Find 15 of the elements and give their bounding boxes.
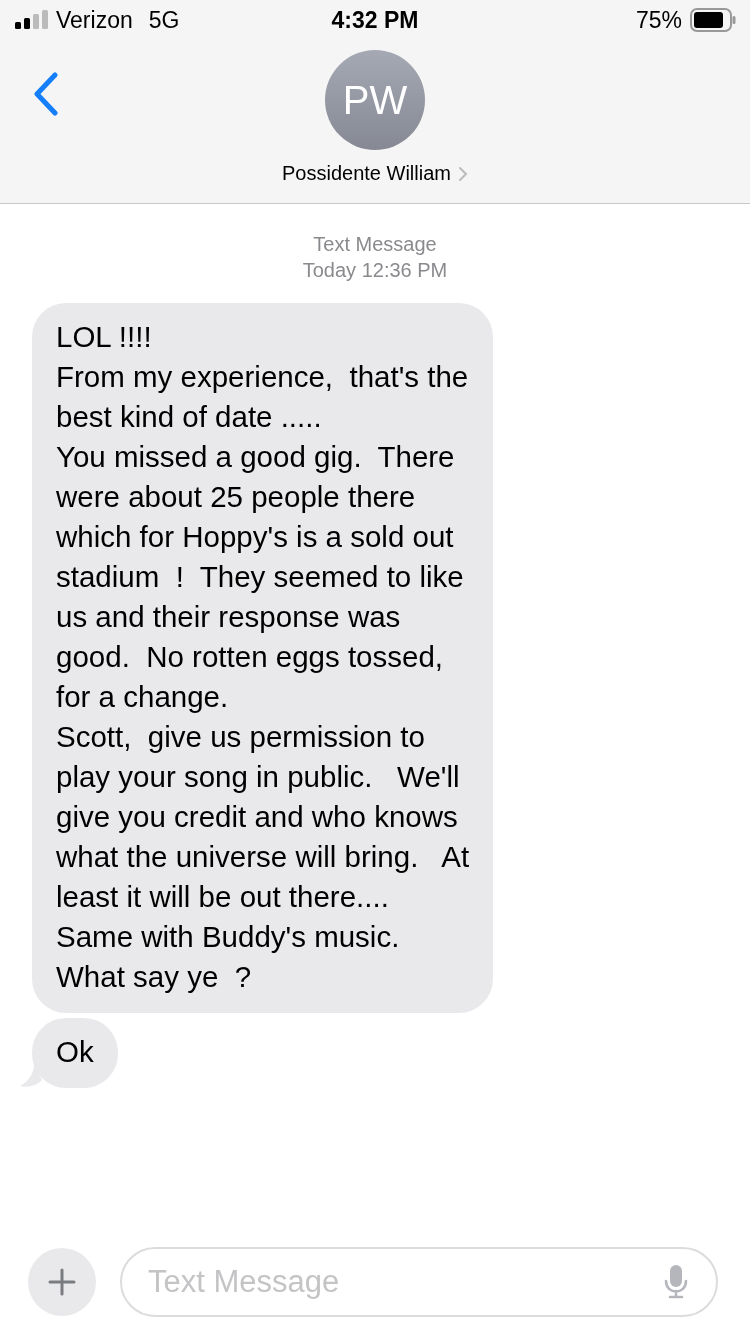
message-bubble: LOL !!!! From my experience, that's the best kind of date ..... You missed a good gig. There were about 25 people there which for Hoppy's is a sold out stadium ! They seemed to like us and their response was good. No rotten eggs tossed, for a change. Scott, give us permission to play your song in public. We'll give you credit and who knows what the universe will bring. At least it will be out there.... Same with Buddy's music. What say ye ? (32, 303, 494, 1013)
status-time: 4:32 PM (330, 6, 420, 34)
message-field[interactable]: Text Message (120, 1247, 718, 1317)
network-type: 5G (148, 6, 180, 34)
back-icon[interactable] (33, 72, 59, 116)
carrier-name: Verizon (56, 6, 133, 34)
signal-icon (14, 10, 50, 30)
message-time: Today 12:36 PM (302, 258, 448, 283)
plus-icon (48, 1268, 76, 1296)
battery-icon (690, 8, 736, 32)
message-bubble: Ok (32, 1018, 118, 1088)
contact-name[interactable]: Possidente William (282, 162, 451, 185)
battery-percent: 75% (635, 6, 682, 34)
service-label: Text Message (313, 232, 437, 257)
microphone-icon[interactable] (664, 1265, 688, 1299)
